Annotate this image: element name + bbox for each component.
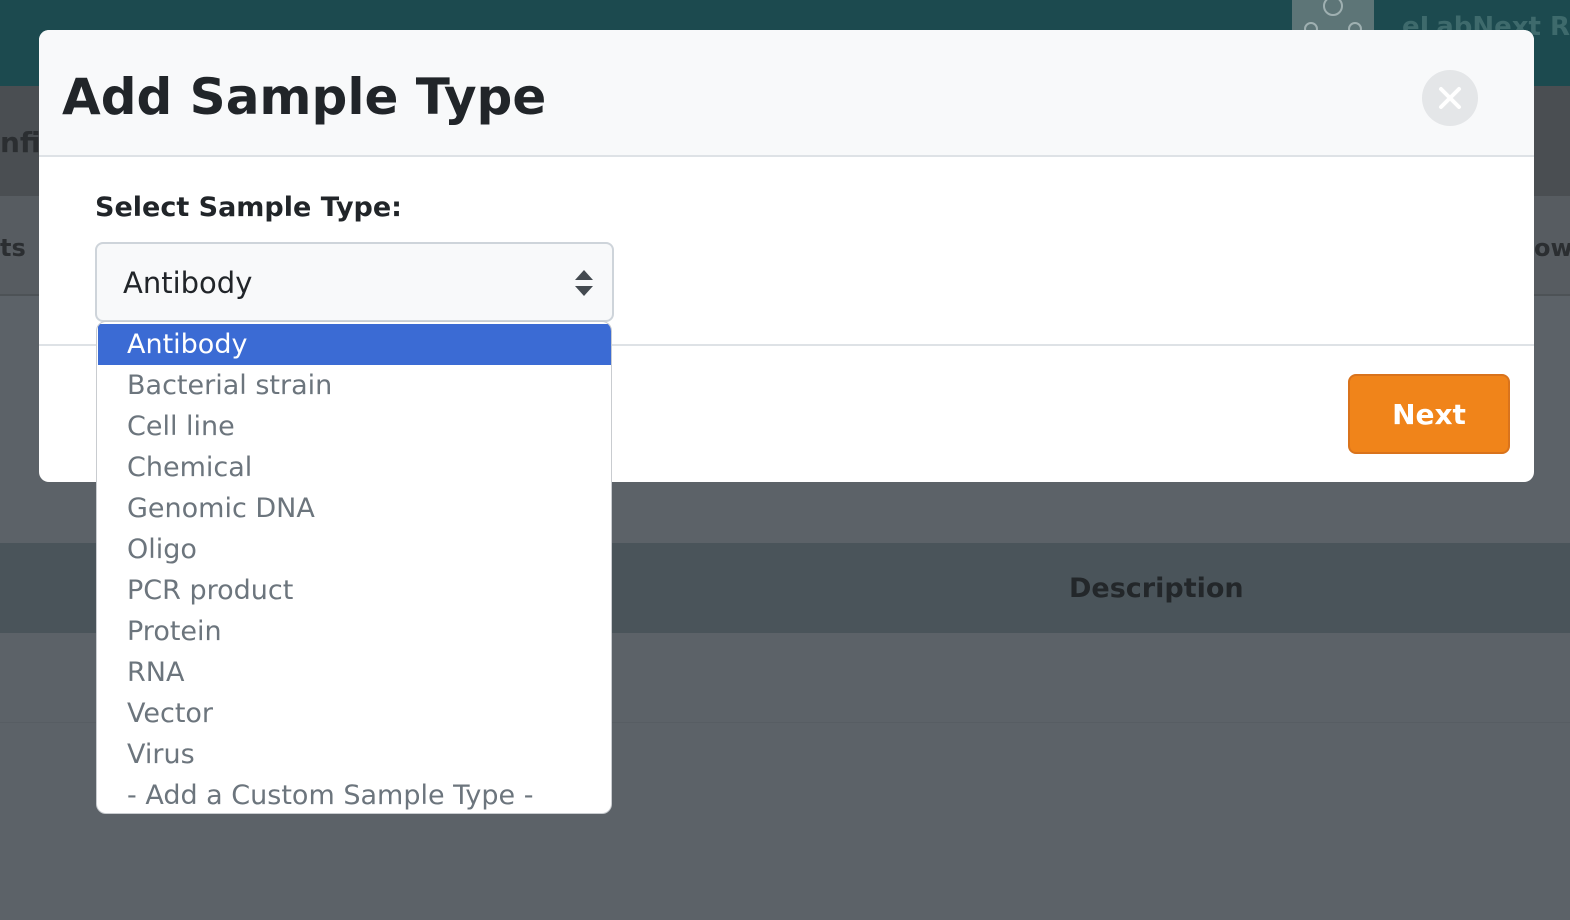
- tab-right: ow: [1534, 234, 1570, 262]
- dropdown-option[interactable]: Genomic DNA: [98, 488, 611, 529]
- modal-title: Add Sample Type: [62, 68, 547, 126]
- dropdown-option[interactable]: Virus: [98, 734, 611, 775]
- dropdown-option[interactable]: Cell line: [98, 406, 611, 447]
- tab-left: ts: [0, 234, 26, 262]
- sample-type-dropdown-list[interactable]: Antibody Bacterial strain Cell line Chemica…: [96, 321, 612, 814]
- dropdown-option[interactable]: Chemical: [98, 447, 611, 488]
- dropdown-option[interactable]: Bacterial strain: [98, 365, 611, 406]
- close-button[interactable]: [1422, 70, 1478, 126]
- close-icon: [1439, 87, 1461, 109]
- select-arrows-icon: [575, 270, 593, 296]
- dropdown-option[interactable]: Antibody: [98, 324, 611, 365]
- modal-header: Add Sample Type: [39, 30, 1534, 157]
- column-header-description: Description: [1069, 573, 1244, 604]
- next-button[interactable]: Next: [1348, 374, 1510, 454]
- dropdown-option[interactable]: RNA: [98, 652, 611, 693]
- sample-type-select[interactable]: Antibody: [95, 242, 614, 322]
- dropdown-option[interactable]: PCR product: [98, 570, 611, 611]
- dropdown-option[interactable]: Vector: [98, 693, 611, 734]
- dropdown-option[interactable]: Protein: [98, 611, 611, 652]
- dropdown-option[interactable]: - Add a Custom Sample Type -: [98, 775, 611, 813]
- sample-type-label: Select Sample Type:: [95, 192, 402, 223]
- dropdown-option[interactable]: Oligo: [98, 529, 611, 570]
- select-current-value: Antibody: [123, 266, 253, 300]
